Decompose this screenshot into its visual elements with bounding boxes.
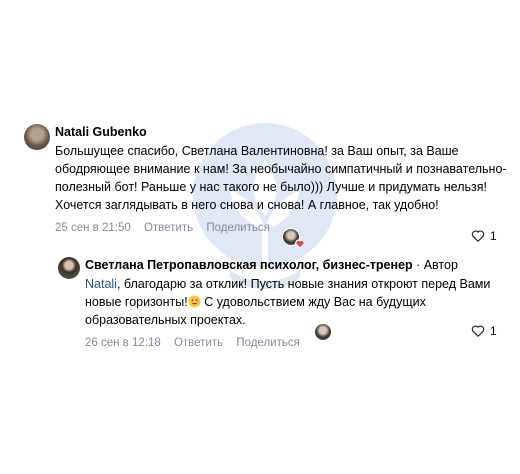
comment-text: Natali, благодарю за отклик! Пусть новые… xyxy=(85,275,510,329)
comment-date[interactable]: 26 сен в 12:18 xyxy=(85,337,161,349)
comment-date[interactable]: 25 сен в 21:50 xyxy=(55,222,131,234)
liker-avatar xyxy=(314,323,332,341)
comment-author: Светлана Петропавловская психолог, бизне… xyxy=(85,257,510,273)
reply-link[interactable]: Ответить xyxy=(144,222,193,234)
avatar[interactable] xyxy=(58,257,80,279)
mention-link[interactable]: Natali xyxy=(85,277,117,291)
like-button[interactable]: 1 xyxy=(471,324,497,338)
author-name[interactable]: Светлана Петропавловская психолог, бизне… xyxy=(85,258,413,272)
comment-text: Большущее спасибо, Светлана Валентиновна… xyxy=(55,144,507,212)
avatar[interactable] xyxy=(24,124,50,150)
comment-body: Светлана Петропавловская психолог, бизне… xyxy=(85,257,510,351)
author-like-badge[interactable] xyxy=(282,228,304,248)
liker-badge[interactable] xyxy=(314,323,332,341)
heart-outline-icon xyxy=(471,325,485,337)
like-count: 1 xyxy=(490,324,497,338)
comment-meta: 26 сен в 12:18 Ответить Поделиться xyxy=(85,335,510,351)
like-button[interactable]: 1 xyxy=(471,229,497,243)
author-role-badge: · Автор xyxy=(416,258,458,272)
comment-body: Natali Gubenko Большущее спасибо, Светла… xyxy=(55,124,508,236)
heart-outline-icon xyxy=(471,230,485,242)
like-count: 1 xyxy=(490,229,497,243)
heart-eyes-emoji-icon xyxy=(188,295,201,308)
share-link[interactable]: Поделиться xyxy=(206,222,270,234)
comment-author[interactable]: Natali Gubenko xyxy=(55,124,508,140)
share-link[interactable]: Поделиться xyxy=(236,337,300,349)
heart-icon xyxy=(295,239,304,248)
reply-link[interactable]: Ответить xyxy=(174,337,223,349)
